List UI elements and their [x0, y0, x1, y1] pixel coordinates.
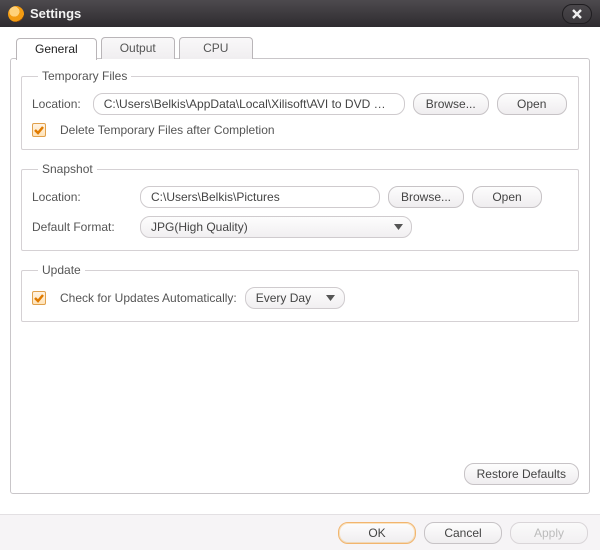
group-temporary-files: Temporary Files Location: C:\Users\Belki… [21, 69, 579, 150]
check-icon [34, 125, 44, 135]
temp-browse-button[interactable]: Browse... [413, 93, 489, 115]
group-snapshot-legend: Snapshot [38, 162, 97, 176]
titlebar: Settings [0, 0, 600, 27]
tab-cpu[interactable]: CPU [179, 37, 253, 59]
check-updates-label: Check for Updates Automatically: [60, 291, 237, 305]
snapshot-location-label: Location: [32, 190, 132, 204]
tabpanel-general: Temporary Files Location: C:\Users\Belki… [10, 58, 590, 494]
snapshot-browse-button[interactable]: Browse... [388, 186, 464, 208]
window-title: Settings [30, 6, 81, 21]
default-format-label: Default Format: [32, 220, 132, 234]
settings-window: Settings General Output CPU Temporary Fi… [0, 0, 600, 550]
app-icon [8, 6, 24, 22]
close-icon [572, 9, 582, 19]
apply-button[interactable]: Apply [510, 522, 588, 544]
default-format-select[interactable]: JPG(High Quality) [140, 216, 412, 238]
check-updates-checkbox[interactable] [32, 291, 46, 305]
update-frequency-select[interactable]: Every Day [245, 287, 345, 309]
tab-output[interactable]: Output [101, 37, 175, 59]
cancel-button[interactable]: Cancel [424, 522, 502, 544]
group-update: Update Check for Updates Automatically: … [21, 263, 579, 322]
tabs: General Output CPU [10, 37, 590, 59]
dialog-footer: OK Cancel Apply [0, 514, 600, 550]
default-format-value: JPG(High Quality) [151, 220, 389, 234]
close-button[interactable] [562, 4, 592, 24]
update-frequency-value: Every Day [256, 291, 322, 305]
chevron-down-icon [322, 289, 340, 307]
tab-general[interactable]: General [16, 38, 97, 60]
delete-temp-checkbox[interactable] [32, 123, 46, 137]
dialog-body: General Output CPU Temporary Files Locat… [0, 27, 600, 514]
ok-button[interactable]: OK [338, 522, 416, 544]
chevron-down-icon [389, 218, 407, 236]
restore-defaults-button[interactable]: Restore Defaults [464, 463, 579, 485]
delete-temp-label: Delete Temporary Files after Completion [60, 123, 275, 137]
temp-open-button[interactable]: Open [497, 93, 567, 115]
temp-location-input[interactable]: C:\Users\Belkis\AppData\Local\Xilisoft\A… [93, 93, 405, 115]
temp-location-label: Location: [32, 97, 81, 111]
group-snapshot: Snapshot Location: C:\Users\Belkis\Pictu… [21, 162, 579, 251]
snapshot-location-input[interactable]: C:\Users\Belkis\Pictures [140, 186, 380, 208]
check-icon [34, 293, 44, 303]
group-update-legend: Update [38, 263, 85, 277]
group-temporary-files-legend: Temporary Files [38, 69, 131, 83]
snapshot-open-button[interactable]: Open [472, 186, 542, 208]
